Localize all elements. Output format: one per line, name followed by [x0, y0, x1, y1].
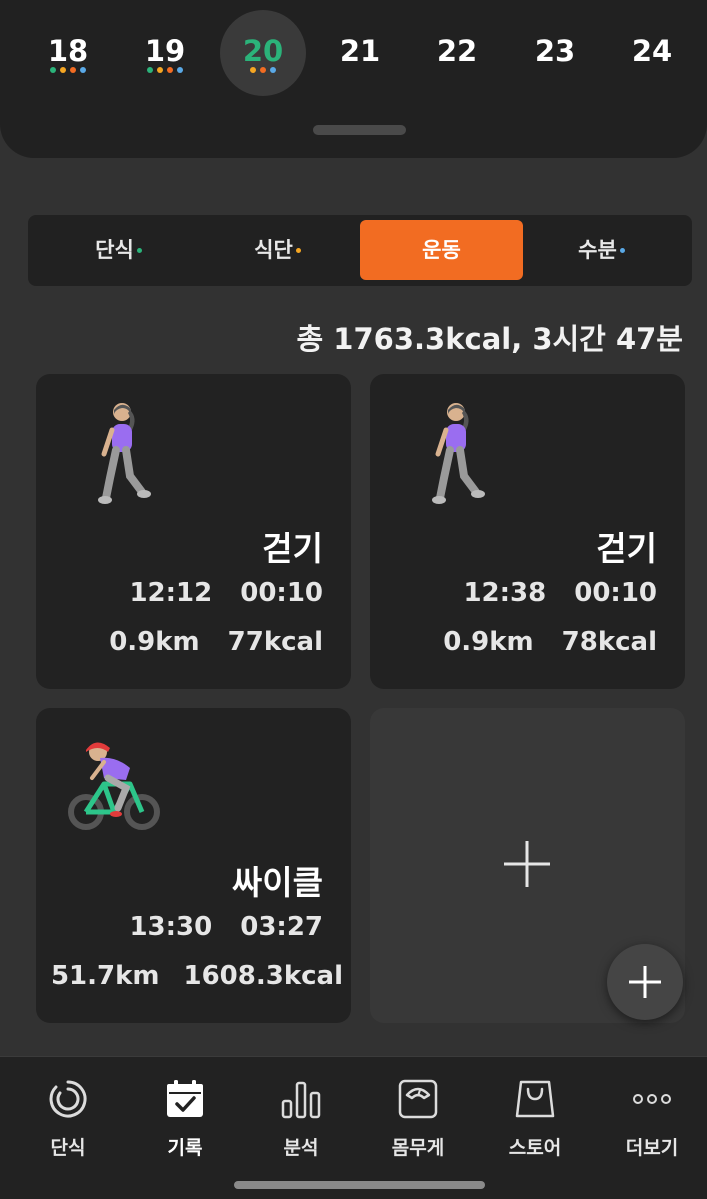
date-dots: [220, 67, 306, 75]
diet-dot: [157, 67, 163, 73]
tab-diet[interactable]: 식단: [196, 220, 359, 280]
time-row: 12:38 00:10: [463, 578, 657, 608]
start-time: 12:38: [463, 578, 547, 608]
exercise-card[interactable]: 걷기 12:38 00:10 0.9km 78kcal: [370, 374, 685, 689]
more-dots-icon: [633, 1094, 671, 1104]
nav-label: 스토어: [508, 1137, 562, 1159]
calendar-check-icon: [167, 1080, 203, 1117]
walking-woman-icon: [426, 400, 486, 510]
category-tabs: 단식 식단 운동 수분: [28, 215, 692, 286]
calories: 77kcal: [227, 627, 323, 657]
time-row: 13:30 03:27: [129, 912, 323, 942]
exercise-name: 걷기: [262, 529, 323, 568]
walking-woman-icon: [92, 400, 152, 510]
date-number: 21: [339, 34, 381, 68]
nav-item-fasting[interactable]: 단식: [9, 1057, 127, 1177]
duration: 00:10: [240, 578, 323, 608]
date-number: 24: [631, 34, 673, 68]
bottom-navigation: 단식 기록 분석 몸무게 스토어 더보기: [0, 1056, 707, 1199]
duration: 03:27: [240, 912, 323, 942]
date-number: 22: [436, 34, 478, 68]
nav-item-weight[interactable]: 몸무게: [359, 1057, 477, 1177]
stats-row: 51.7km 1608.3kcal: [51, 961, 343, 991]
date-item-23[interactable]: 23: [512, 10, 598, 96]
exercise-summary: 총 1763.3kcal, 3시간 47분: [296, 322, 683, 356]
plus-icon: [629, 966, 661, 998]
date-dots: [122, 67, 208, 75]
date-number: 20: [242, 34, 284, 68]
fasting-dot: [50, 67, 56, 73]
nav-label: 기록: [167, 1137, 203, 1159]
shopping-bag-icon: [515, 1080, 555, 1118]
scale-icon: [398, 1079, 438, 1119]
date-number: 19: [144, 34, 186, 68]
date-dots: [25, 67, 111, 75]
cycling-woman-icon: [68, 738, 160, 838]
tab-label: 수분: [578, 238, 617, 262]
date-item-18[interactable]: 18: [25, 10, 111, 96]
tab-exercise[interactable]: 운동: [360, 220, 523, 280]
drag-handle[interactable]: [313, 125, 406, 135]
water-dot: [80, 67, 86, 73]
tab-fasting[interactable]: 단식: [37, 220, 200, 280]
tab-label: 단식: [95, 238, 134, 262]
nav-label: 몸무게: [391, 1137, 445, 1159]
distance: 0.9km: [443, 627, 534, 657]
distance: 51.7km: [50, 961, 160, 991]
fasting-dot: [147, 67, 153, 73]
stats-row: 0.9km 77kcal: [109, 627, 323, 657]
tab-label: 식단: [254, 238, 293, 262]
tab-label: 운동: [422, 238, 461, 262]
water-dot: [177, 67, 183, 73]
nav-item-records[interactable]: 기록: [126, 1057, 244, 1177]
date-item-20-selected[interactable]: 20: [220, 10, 306, 96]
calories: 1608.3kcal: [183, 961, 344, 991]
nav-item-store[interactable]: 스토어: [476, 1057, 594, 1177]
date-item-21[interactable]: 21: [317, 10, 403, 96]
time-row: 12:12 00:10: [129, 578, 323, 608]
exercise-card[interactable]: 걷기 12:12 00:10 0.9km 77kcal: [36, 374, 351, 689]
exercise-dot: [167, 67, 173, 73]
nav-label: 더보기: [625, 1137, 679, 1159]
nav-label: 분석: [283, 1137, 319, 1159]
date-item-19[interactable]: 19: [122, 10, 208, 96]
home-indicator: [234, 1181, 485, 1189]
nav-label: 단식: [50, 1137, 86, 1159]
nav-item-analysis[interactable]: 분석: [242, 1057, 360, 1177]
bar-chart-icon: [281, 1081, 321, 1119]
exercise-name: 걷기: [596, 529, 657, 568]
start-time: 13:30: [129, 912, 213, 942]
plus-icon: [504, 841, 550, 887]
stats-row: 0.9km 78kcal: [443, 627, 657, 657]
water-dot: [270, 67, 276, 73]
fasting-timer-icon: [49, 1080, 87, 1118]
distance: 0.9km: [109, 627, 200, 657]
start-time: 12:12: [129, 578, 213, 608]
add-floating-button[interactable]: [607, 944, 683, 1020]
water-dot: [619, 247, 625, 253]
date-number: 18: [47, 34, 89, 68]
calories: 78kcal: [561, 627, 657, 657]
duration: 00:10: [574, 578, 657, 608]
exercise-dot: [260, 67, 266, 73]
nav-item-more[interactable]: 더보기: [593, 1057, 707, 1177]
diet-dot: [250, 67, 256, 73]
exercise-name: 싸이클: [231, 863, 323, 902]
date-strip: 18 19 20 21 22 23 24: [0, 0, 707, 158]
fasting-dot: [136, 247, 142, 253]
date-number: 23: [534, 34, 576, 68]
exercise-dot: [70, 67, 76, 73]
date-item-22[interactable]: 22: [414, 10, 500, 96]
tab-water[interactable]: 수분: [520, 220, 683, 280]
diet-dot: [295, 247, 301, 253]
exercise-card[interactable]: 싸이클 13:30 03:27 51.7km 1608.3kcal: [36, 708, 351, 1023]
date-item-24[interactable]: 24: [609, 10, 695, 96]
diet-dot: [60, 67, 66, 73]
